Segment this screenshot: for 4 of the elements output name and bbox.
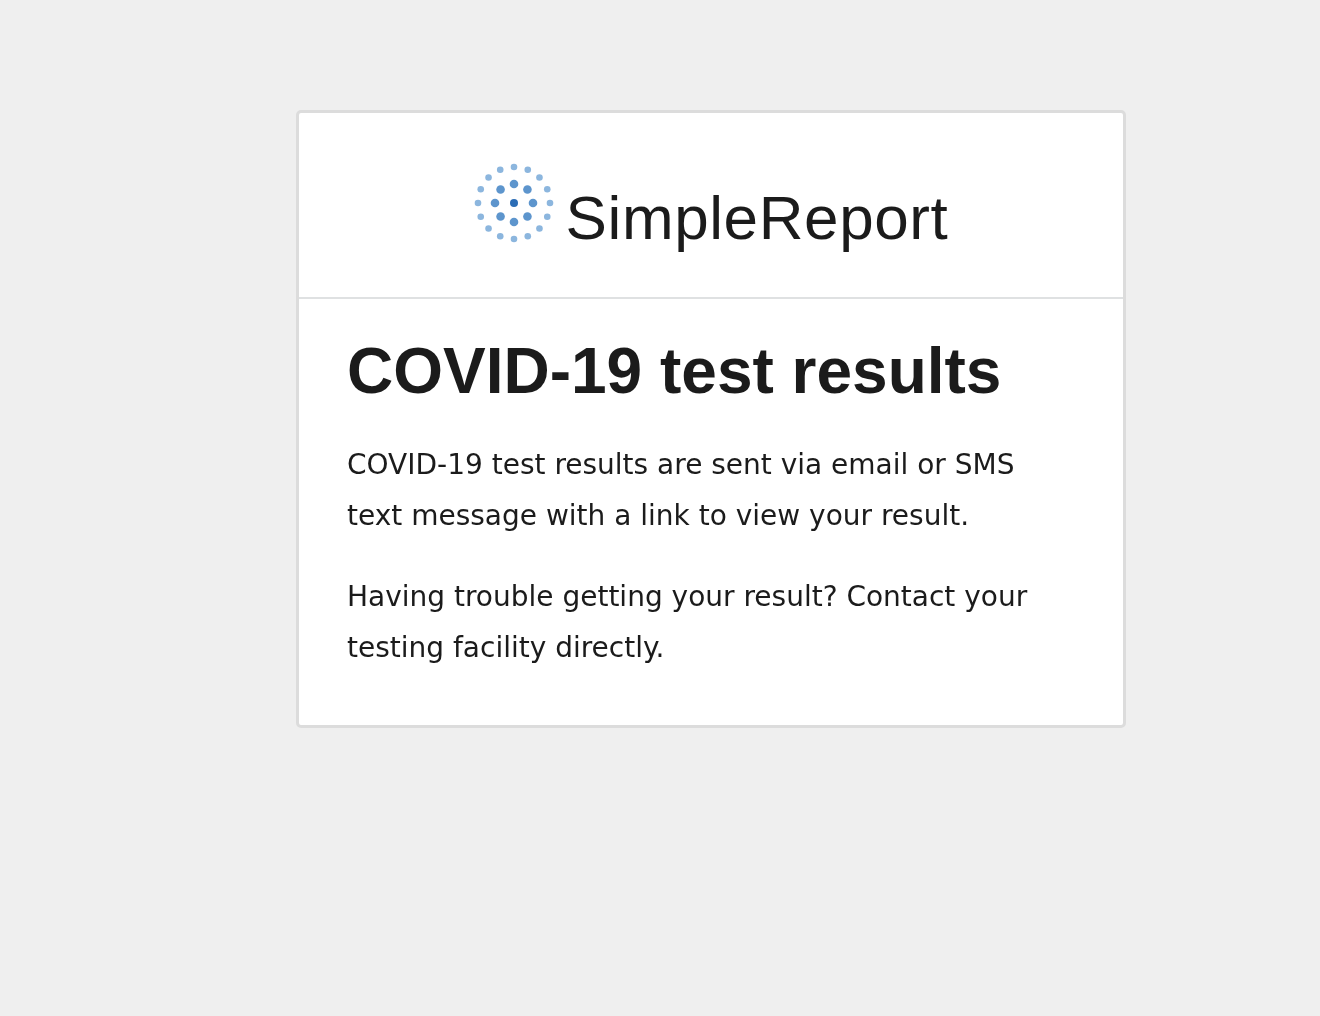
page-title: COVID-19 test results xyxy=(347,335,1003,409)
info-paragraph: Having trouble getting your result? Contact your testing facility directly. xyxy=(347,578,1029,666)
info-paragraph: COVID-19 test results are sent via email or SMS text message with a link to view your result. xyxy=(347,446,1016,534)
dotted-circle-logo-icon xyxy=(473,163,554,243)
